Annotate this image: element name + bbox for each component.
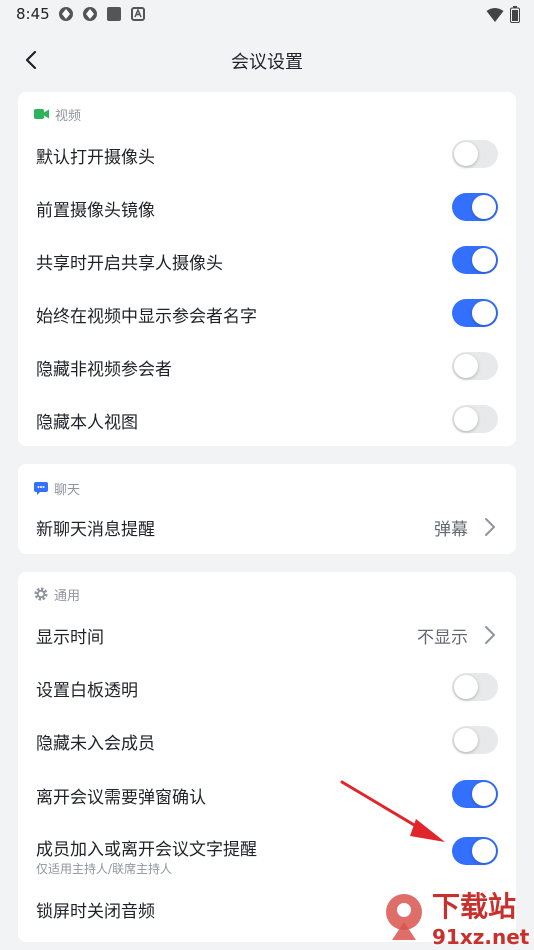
a-notification-icon — [131, 7, 145, 21]
setting-row-hide-self-view[interactable]: 隐藏本人视图 — [18, 393, 516, 446]
page-title: 会议设置 — [231, 52, 303, 73]
toggle-whiteboard-transparent[interactable] — [452, 673, 498, 701]
status-bar: 8:45 — [0, 0, 534, 30]
setting-label: 显示时间 — [36, 628, 104, 648]
chat-section-title: 聊天 — [54, 482, 81, 498]
toggle-share-camera[interactable] — [452, 246, 498, 274]
video-settings-card: 视频 默认打开摄像头 前置摄像头镜像 共享时开启共享人摄像头 始终在视频中显示参… — [18, 92, 516, 446]
setting-row-new-message-alert[interactable]: 新聊天消息提醒 弹幕 — [18, 500, 516, 553]
toggle-show-names[interactable] — [452, 299, 498, 327]
setting-row-share-camera[interactable]: 共享时开启共享人摄像头 — [18, 234, 516, 287]
status-time: 8:45 — [16, 5, 50, 23]
setting-label: 始终在视频中显示参会者名字 — [36, 307, 257, 327]
video-section-title: 视频 — [55, 108, 82, 124]
chat-bubble-icon — [34, 481, 48, 495]
battery-icon — [510, 6, 520, 23]
setting-row-default-camera[interactable]: 默认打开摄像头 — [18, 128, 516, 181]
toggle-leave-confirm[interactable] — [452, 780, 498, 808]
toggle-default-camera[interactable] — [452, 140, 498, 168]
setting-value: 不显示 — [417, 628, 468, 648]
app-notification-icon — [59, 7, 73, 21]
video-camera-icon — [34, 109, 49, 119]
video-section-header: 视频 — [34, 104, 81, 124]
setting-label: 默认打开摄像头 — [36, 148, 155, 168]
toggle-join-leave-reminder[interactable] — [452, 837, 498, 865]
setting-sublabel: 仅适用主持人/联席主持人 — [36, 862, 173, 876]
setting-label: 隐藏本人视图 — [36, 413, 138, 433]
setting-label: 设置白板透明 — [36, 681, 138, 701]
gear-icon — [34, 587, 48, 601]
general-section-title: 通用 — [54, 588, 81, 604]
setting-row-hide-absent-members[interactable]: 隐藏未入会成员 — [18, 714, 516, 767]
setting-row-front-camera-mirror[interactable]: 前置摄像头镜像 — [18, 181, 516, 234]
square-notification-icon — [107, 7, 121, 21]
setting-label: 新聊天消息提醒 — [36, 520, 155, 540]
setting-row-show-time[interactable]: 显示时间 不显示 — [18, 608, 516, 661]
setting-label: 隐藏非视频参会者 — [36, 360, 172, 380]
wifi-icon — [486, 7, 504, 22]
toggle-hide-absent-members[interactable] — [452, 726, 498, 754]
setting-label: 锁屏时关闭音频 — [36, 902, 155, 922]
watermark-text-url: 91xz.net — [432, 925, 530, 949]
status-right — [486, 6, 520, 23]
setting-row-hide-non-video[interactable]: 隐藏非视频参会者 — [18, 340, 516, 393]
setting-label: 隐藏未入会成员 — [36, 734, 155, 754]
chevron-right-icon — [485, 626, 495, 644]
general-section-header: 通用 — [34, 584, 80, 604]
setting-label: 离开会议需要弹窗确认 — [36, 788, 206, 808]
app-notification-icon — [83, 7, 97, 21]
setting-label: 成员加入或离开会议文字提醒 — [36, 840, 257, 860]
setting-label: 共享时开启共享人摄像头 — [36, 254, 223, 274]
setting-label: 前置摄像头镜像 — [36, 201, 155, 221]
annotation-arrow — [340, 780, 445, 842]
setting-row-show-names[interactable]: 始终在视频中显示参会者名字 — [18, 287, 516, 340]
nav-bar: 会议设置 — [0, 30, 534, 88]
chevron-right-icon — [485, 518, 495, 536]
toggle-hide-non-video[interactable] — [452, 352, 498, 380]
watermark-logo: 下载站 91xz.net — [386, 890, 530, 949]
watermark-text-main: 下载站 — [432, 890, 516, 923]
chat-section-header: 聊天 — [34, 478, 80, 498]
chat-settings-card: 聊天 新聊天消息提醒 弹幕 — [18, 464, 516, 554]
toggle-front-camera-mirror[interactable] — [452, 193, 498, 221]
setting-row-whiteboard-transparent[interactable]: 设置白板透明 — [18, 661, 516, 714]
toggle-hide-self-view[interactable] — [452, 405, 498, 433]
notification-icons — [58, 6, 146, 22]
setting-value: 弹幕 — [434, 520, 468, 540]
